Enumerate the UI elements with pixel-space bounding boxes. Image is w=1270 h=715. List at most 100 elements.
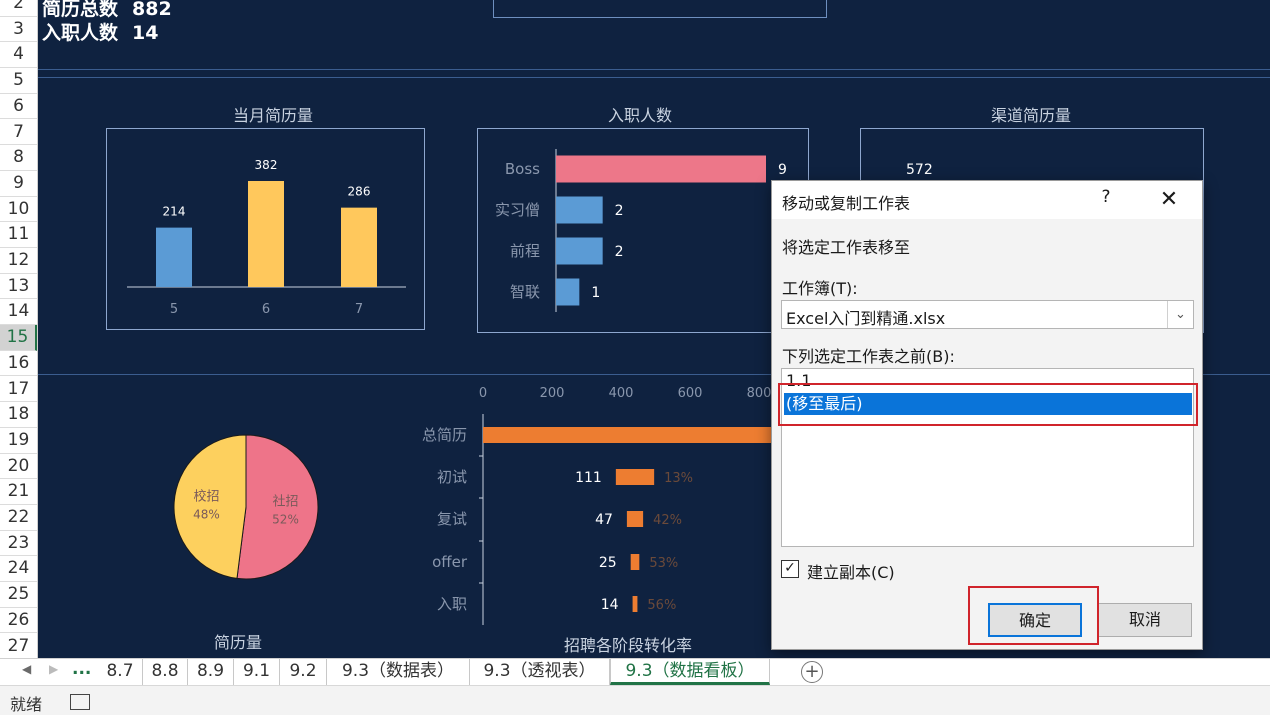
sheet-tab[interactable]: 9.3（数据表） xyxy=(327,659,470,685)
sheet-tab[interactable]: 9.3（数据看板） xyxy=(610,659,770,685)
funnel-bar xyxy=(626,511,644,527)
row-header[interactable]: 2 xyxy=(0,0,37,17)
funnel-value-label: 14 xyxy=(601,597,619,613)
row-header[interactable]: 5 xyxy=(0,68,37,94)
monthly-chart-box[interactable]: 214 5 382 6 286 7 xyxy=(106,128,425,330)
row-header[interactable]: 15 xyxy=(0,325,37,351)
funnel-stage-label: 初试 xyxy=(437,468,467,486)
macro-record-icon[interactable] xyxy=(70,694,90,710)
row-header[interactable]: 8 xyxy=(0,145,37,171)
funnel-stage-label: 入职 xyxy=(437,595,467,613)
hires-value-label: 2 xyxy=(615,244,624,260)
chevron-down-icon[interactable]: ⌄ xyxy=(1167,301,1193,328)
row-header[interactable]: 22 xyxy=(0,505,37,531)
channel-value-label: 572 xyxy=(906,162,933,178)
before-sheet-label: 下列选定工作表之前(B): xyxy=(782,347,955,366)
row-header[interactable]: 23 xyxy=(0,531,37,557)
hires-bar xyxy=(556,155,766,183)
row-header[interactable]: 11 xyxy=(0,222,37,248)
hires-chart-box[interactable]: 9 Boss 2 实习僧 2 前程 1 智联 xyxy=(477,128,809,333)
funnel-chart[interactable]: 0 200 400 600 800 总简历初试 111 13% 复试 47 42% offer 25 53… xyxy=(400,378,820,630)
kpi-resume-total-label: 简历总数 xyxy=(42,0,119,20)
dashboard-title-banner xyxy=(493,0,827,18)
move-copy-dialog: 移动或复制工作表 ? ✕ 将选定工作表移至 工作簿(T): Excel入门到精通… xyxy=(771,180,1203,650)
create-copy-label[interactable]: 建立副本(C) xyxy=(807,559,895,583)
funnel-stage-label: 复试 xyxy=(437,510,467,528)
kpi-hires-label: 入职人数 xyxy=(42,22,119,44)
sheet-tab[interactable]: 9.3（透视表） xyxy=(470,659,610,685)
sheet-listbox[interactable]: 1.1 (移至最后) xyxy=(781,368,1194,547)
hires-value-label: 1 xyxy=(591,285,600,301)
row-header[interactable]: 7 xyxy=(0,120,37,146)
funnel-rate-label: 13% xyxy=(664,471,693,486)
monthly-value-label: 382 xyxy=(255,158,278,172)
funnel-value-label: 47 xyxy=(595,512,613,528)
kpi-resume-total-value: 882 xyxy=(132,0,172,20)
sheet-tab[interactable]: 8.9 xyxy=(188,659,234,685)
funnel-rate-label: 53% xyxy=(649,556,678,571)
row-header[interactable]: 10 xyxy=(0,197,37,223)
row-header[interactable]: 25 xyxy=(0,582,37,608)
row-header[interactable]: 13 xyxy=(0,274,37,300)
more-tabs-button[interactable]: ... xyxy=(72,659,91,679)
funnel-axis-tick: 800 xyxy=(747,386,772,401)
divider-line xyxy=(38,69,1270,70)
workbook-dropdown[interactable]: Excel入门到精通.xlsx ⌄ xyxy=(781,300,1194,329)
row-header[interactable]: 18 xyxy=(0,402,37,428)
row-header[interactable]: 17 xyxy=(0,377,37,403)
workbook-value: Excel入门到精通.xlsx xyxy=(786,309,946,328)
row-header[interactable]: 24 xyxy=(0,556,37,583)
monthly-value-label: 214 xyxy=(163,205,186,219)
row-header[interactable]: 20 xyxy=(0,454,37,480)
pie-slice-name: 校招 xyxy=(193,489,219,505)
monthly-chart: 214 5 382 6 286 7 xyxy=(127,158,406,317)
sheet-list-item[interactable]: 1.1 xyxy=(784,370,1192,392)
sheet-tab[interactable]: 9.2 xyxy=(280,659,327,685)
row-header[interactable]: 4 xyxy=(0,42,37,69)
hires-category-label: 实习僧 xyxy=(495,201,540,219)
sheet-tab[interactable]: 8.8 xyxy=(143,659,188,685)
sheet-tab[interactable]: 9.1 xyxy=(234,659,280,685)
monthly-value-label: 286 xyxy=(348,185,371,199)
funnel-value-label: 25 xyxy=(599,555,617,571)
sheet-tab[interactable]: 8.7 xyxy=(98,659,143,685)
help-button[interactable]: ? xyxy=(1097,187,1115,211)
funnel-axis-tick: 200 xyxy=(540,386,565,401)
pie-chart[interactable]: 社招 52% 校招 48% xyxy=(158,420,338,600)
row-header[interactable]: 3 xyxy=(0,17,37,43)
row-header[interactable]: 19 xyxy=(0,428,37,454)
funnel-axis-tick: 0 xyxy=(479,386,487,401)
sheet-list-item[interactable]: (移至最后) xyxy=(784,393,1192,415)
row-header[interactable]: 14 xyxy=(0,299,37,326)
row-header[interactable]: 26 xyxy=(0,608,37,634)
add-sheet-icon[interactable]: + xyxy=(801,661,823,683)
scroll-right-icon[interactable]: ▶ xyxy=(49,662,58,676)
hires-chart: 9 Boss 2 实习僧 2 前程 1 智联 xyxy=(495,149,787,312)
monthly-bar xyxy=(156,227,192,287)
funnel-bar xyxy=(615,469,655,485)
monthly-category-label: 6 xyxy=(262,302,270,317)
close-button[interactable]: ✕ xyxy=(1154,185,1184,215)
funnel-value-label: 111 xyxy=(575,470,602,486)
hires-category-label: 智联 xyxy=(510,283,540,301)
funnel-stage-label: offer xyxy=(432,553,468,571)
funnel-bar xyxy=(632,596,638,612)
create-copy-checkbox[interactable]: ✓ xyxy=(781,560,799,578)
hires-bar xyxy=(556,196,603,224)
scroll-left-icon[interactable]: ◀ xyxy=(22,662,31,676)
row-header[interactable]: 21 xyxy=(0,479,37,505)
cancel-button[interactable]: 取消 xyxy=(1098,603,1192,637)
hires-value-label: 9 xyxy=(778,162,787,178)
kpi-hires: 入职人数 14 xyxy=(42,18,158,45)
row-header[interactable]: 12 xyxy=(0,248,37,274)
ok-button[interactable]: 确定 xyxy=(988,603,1082,637)
row-header[interactable]: 9 xyxy=(0,171,37,197)
funnel-bar xyxy=(630,554,640,570)
row-header[interactable]: 27 xyxy=(0,634,37,660)
funnel-stage-label: 总简历 xyxy=(422,426,467,444)
pie-slice-pct: 48% xyxy=(193,508,220,522)
monthly-bar xyxy=(248,181,284,287)
row-header[interactable]: 16 xyxy=(0,351,37,377)
channel-chart-title: 渠道简历量 xyxy=(990,106,1071,125)
row-header[interactable]: 6 xyxy=(0,94,37,120)
